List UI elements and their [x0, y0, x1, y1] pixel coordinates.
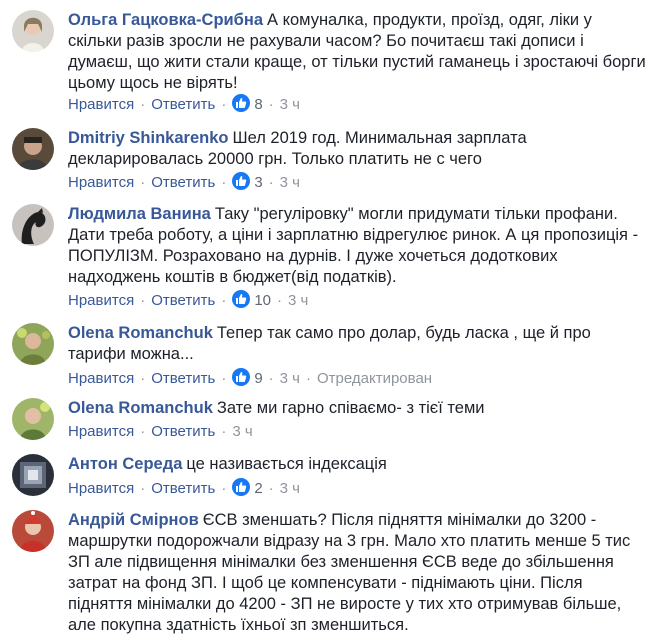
separator: ·	[140, 96, 146, 113]
timestamp[interactable]: 3 ч	[280, 174, 300, 191]
comment-body: Olena Romanchuk Тепер так само про долар,…	[68, 323, 648, 365]
comment-actions: Нравится · Ответить · 9 · 3 ч · Отредактирован	[68, 368, 432, 388]
like-link[interactable]: Нравится	[68, 292, 134, 309]
avatar[interactable]	[12, 10, 54, 52]
separator: ·	[221, 96, 227, 113]
separator: ·	[268, 370, 274, 387]
author-name[interactable]: Людмила Ванина	[68, 205, 211, 223]
avatar[interactable]	[12, 323, 54, 365]
separator: ·	[268, 174, 274, 191]
reaction-count[interactable]: 10	[254, 292, 271, 309]
reaction-count[interactable]: 8	[254, 96, 262, 113]
separator: ·	[140, 370, 146, 387]
reply-link[interactable]: Ответить	[151, 480, 215, 497]
avatar[interactable]	[12, 510, 54, 552]
reaction-count[interactable]: 2	[254, 480, 262, 497]
author-name[interactable]: Olena Romanchuk	[68, 399, 213, 417]
author-name[interactable]: Dmitriy Shinkarenko	[68, 129, 228, 147]
timestamp[interactable]: 3 ч	[280, 370, 300, 387]
reply-link[interactable]: Ответить	[151, 423, 215, 440]
separator: ·	[140, 292, 146, 309]
like-link[interactable]: Нравится	[68, 423, 134, 440]
separator: ·	[306, 370, 311, 387]
separator: ·	[221, 370, 227, 387]
comment-actions: Нравится · Ответить · 2 · 3 ч	[68, 478, 300, 498]
edited-label[interactable]: Отредактирован	[317, 370, 432, 387]
separator: ·	[140, 423, 146, 440]
thumbs-up-icon[interactable]	[232, 478, 251, 496]
comment-actions: Нравится · Ответить · 10 · 3 ч	[68, 290, 308, 310]
like-link[interactable]: Нравится	[68, 480, 134, 497]
avatar[interactable]	[12, 128, 54, 170]
avatar[interactable]	[12, 398, 54, 440]
comment-text: це називається індексація	[186, 455, 387, 473]
thumbs-up-icon[interactable]	[232, 94, 251, 112]
reaction-count[interactable]: 3	[254, 174, 262, 191]
avatar[interactable]	[12, 204, 54, 246]
comment-body: Людмила Ванина Таку "регуліровку" могли п…	[68, 204, 648, 288]
reply-link[interactable]: Ответить	[151, 174, 215, 191]
timestamp[interactable]: 3 ч	[232, 423, 252, 440]
separator: ·	[221, 423, 227, 440]
avatar[interactable]	[12, 454, 54, 496]
comment-text: ЄСВ зменшать? Після підняття мінімалки д…	[68, 511, 631, 634]
separator: ·	[268, 96, 274, 113]
separator: ·	[140, 174, 146, 191]
thumbs-up-icon[interactable]	[232, 368, 251, 386]
like-link[interactable]: Нравится	[68, 370, 134, 387]
comment-actions: Нравится · Ответить · 8 · 3 ч	[68, 94, 300, 114]
comment-body: Андрій Смірнов ЄСВ зменшать? Після піднят…	[68, 510, 648, 636]
comment-body: Dmitriy Shinkarenko Шел 2019 год. Минимал…	[68, 128, 648, 170]
reply-link[interactable]: Ответить	[151, 370, 215, 387]
separator: ·	[221, 174, 227, 191]
author-name[interactable]: Olena Romanchuk	[68, 324, 213, 342]
comment-body: Olena Romanchuk Зате ми гарно співаємо- з…	[68, 398, 648, 419]
reply-link[interactable]: Ответить	[151, 96, 215, 113]
comment-text: Зате ми гарно співаємо- з тієї теми	[216, 399, 485, 417]
comment-actions: Нравится · Ответить · 3 ч	[68, 422, 253, 442]
author-name[interactable]: Антон Середа	[68, 455, 182, 473]
separator: ·	[140, 480, 146, 497]
like-link[interactable]: Нравится	[68, 96, 134, 113]
comment-actions: Нравится · Ответить · 3 · 3 ч	[68, 172, 300, 192]
thumbs-up-icon[interactable]	[232, 172, 251, 190]
author-name[interactable]: Андрій Смірнов	[68, 511, 199, 529]
reply-link[interactable]: Ответить	[151, 292, 215, 309]
comment-body: Антон Середа це називається індексація	[68, 454, 648, 475]
author-name[interactable]: Ольга Гацковка-Срибна	[68, 11, 263, 29]
separator: ·	[221, 480, 227, 497]
separator: ·	[268, 480, 274, 497]
timestamp[interactable]: 3 ч	[280, 96, 300, 113]
timestamp[interactable]: 3 ч	[288, 292, 308, 309]
comment-body: Ольга Гацковка-Срибна А комуналка, продук…	[68, 10, 648, 94]
separator: ·	[221, 292, 227, 309]
thumbs-up-icon[interactable]	[232, 290, 251, 308]
timestamp[interactable]: 3 ч	[280, 480, 300, 497]
reaction-count[interactable]: 9	[254, 370, 262, 387]
separator: ·	[277, 292, 283, 309]
like-link[interactable]: Нравится	[68, 174, 134, 191]
